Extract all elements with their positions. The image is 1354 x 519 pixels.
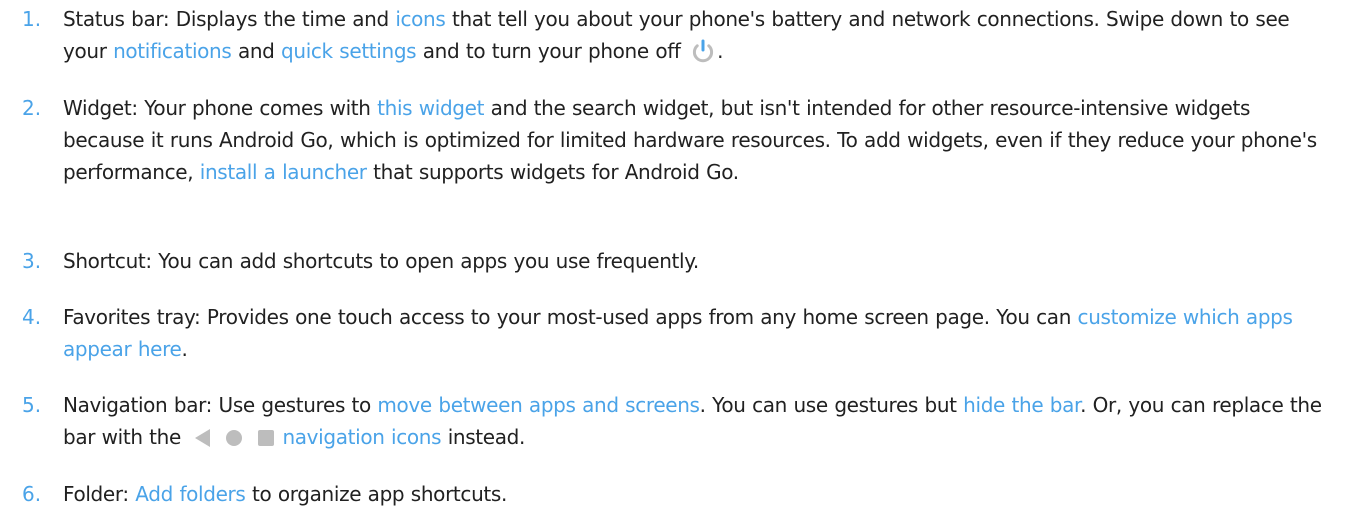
- this-widget-link[interactable]: this widget: [377, 96, 484, 120]
- install-launcher-link[interactable]: install a launcher: [200, 160, 367, 184]
- item-number: 1.: [22, 7, 42, 31]
- move-between-apps-link[interactable]: move between apps and screens: [377, 393, 700, 417]
- back-icon: [195, 429, 211, 447]
- add-folders-link[interactable]: Add folders: [135, 482, 246, 506]
- hide-bar-link[interactable]: hide the bar: [963, 393, 1080, 417]
- item-number: 5.: [22, 393, 42, 417]
- home-icon: [226, 430, 243, 446]
- item-text: Status bar: Displays the time and icons …: [63, 7, 1290, 63]
- recents-icon: [258, 430, 275, 446]
- item-text: Shortcut: You can add shortcuts to open …: [63, 249, 699, 273]
- item-number: 4.: [22, 305, 42, 329]
- item-number: 3.: [22, 249, 42, 273]
- icons-link[interactable]: icons: [395, 7, 445, 31]
- nav-icons-group: [195, 421, 275, 453]
- power-icon: [693, 39, 714, 62]
- item-text: Favorites tray: Provides one touch acces…: [63, 305, 1293, 361]
- navigation-icons-link[interactable]: navigation icons: [282, 425, 441, 449]
- quick-settings-link[interactable]: quick settings: [281, 39, 417, 63]
- item-number: 2.: [22, 96, 42, 120]
- item-text: Folder: Add folders to organize app shor…: [63, 482, 507, 506]
- item-number: 6.: [22, 482, 42, 506]
- item-text: Navigation bar: Use gestures to move bet…: [63, 389, 1323, 455]
- item-text: Widget: Your phone comes with this widge…: [63, 96, 1317, 184]
- notifications-link[interactable]: notifications: [113, 39, 232, 63]
